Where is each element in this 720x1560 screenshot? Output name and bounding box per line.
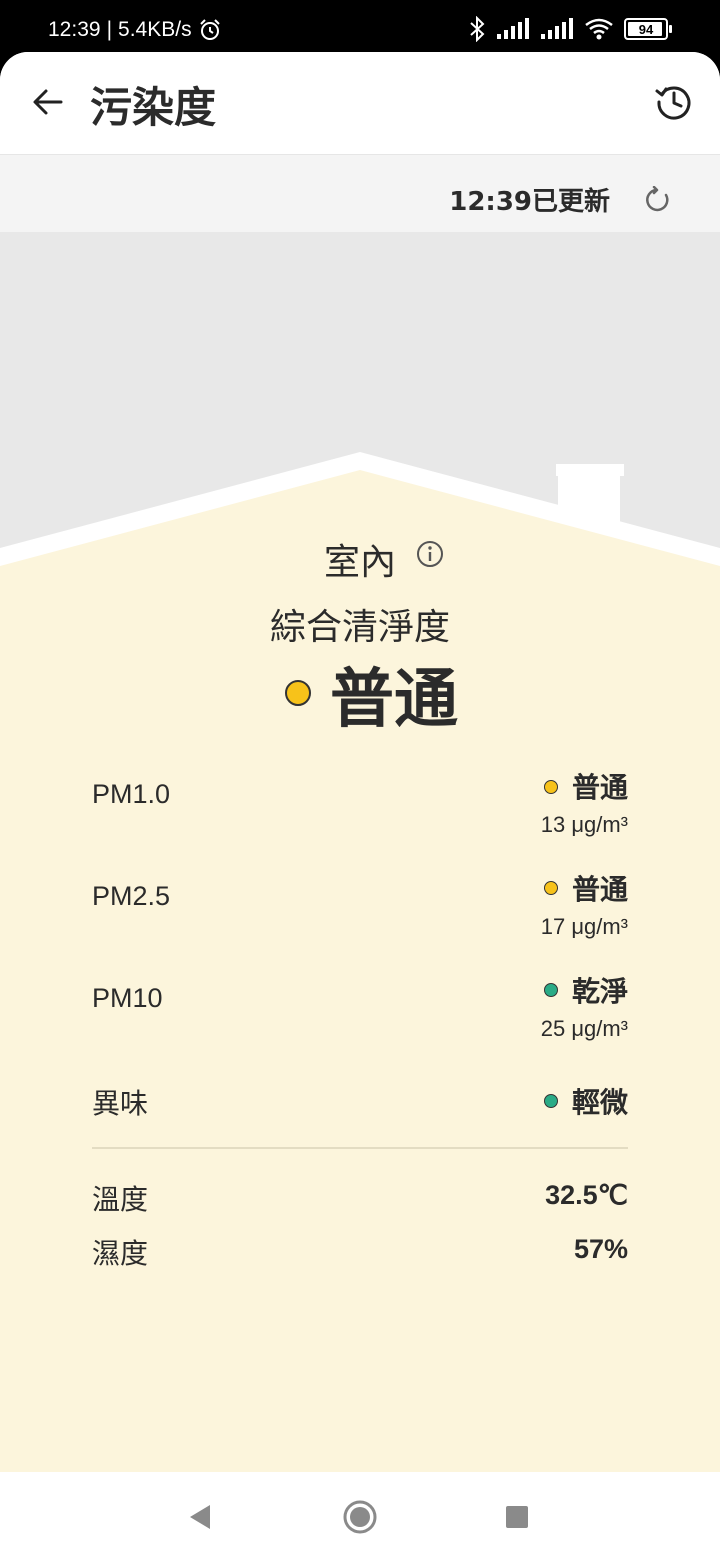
- overall-status-dot: [285, 680, 311, 706]
- info-icon[interactable]: [416, 540, 444, 568]
- metric-odor-status: 輕微: [571, 1086, 628, 1119]
- metric-pm25-label: PM2.5: [92, 881, 171, 911]
- status-speed: 5.4KB/s: [118, 18, 192, 41]
- status-right: 94: [468, 16, 672, 42]
- metric-pm1-label: PM1.0: [92, 779, 171, 809]
- nav-back-icon[interactable]: [188, 1504, 212, 1530]
- location-text: 室內: [323, 542, 396, 583]
- humidity-label: 濕度: [92, 1237, 149, 1270]
- nav-home-icon[interactable]: [343, 1500, 377, 1534]
- metric-pm1-status: 普通: [571, 771, 628, 804]
- app-window: 室內 綜合清淨度 普通 PM1.0 普通 13 μg/m³ PM2.5 普通 1…: [0, 52, 720, 1560]
- signal-icon-2: [541, 18, 573, 39]
- update-time-text: 12:39已更新: [449, 187, 610, 217]
- signal-icon: [497, 18, 529, 39]
- house-illustration: [0, 232, 720, 1472]
- overall-value: 普通: [330, 663, 458, 737]
- battery-level: 94: [638, 21, 654, 37]
- nav-recents-icon[interactable]: [506, 1506, 528, 1528]
- metric-pm25-status: 普通: [571, 873, 628, 906]
- page-title: 污染度: [90, 83, 217, 132]
- system-nav-bar: [0, 1472, 720, 1560]
- metric-pm25-dot: [544, 881, 558, 895]
- divider: [92, 1147, 628, 1149]
- metric-odor-label: 異味: [92, 1087, 149, 1120]
- metric-odor-dot: [544, 1094, 558, 1108]
- overall-label: 綜合清淨度: [269, 607, 450, 648]
- metric-pm10-status: 乾淨: [571, 975, 628, 1008]
- alarm-icon: [199, 19, 220, 40]
- metric-pm1-dot: [544, 780, 558, 794]
- status-time: 12:39: [48, 18, 101, 41]
- metric-pm10-label: PM10: [92, 983, 163, 1013]
- back-arrow-icon[interactable]: [28, 82, 68, 122]
- content: 室內 綜合清淨度 普通 PM1.0 普通 13 μg/m³ PM2.5 普通 1…: [0, 52, 720, 1472]
- humidity-value: 57%: [573, 1234, 628, 1264]
- metric-pm10-value: 25 μg/m³: [540, 1016, 628, 1041]
- temperature-label: 溫度: [92, 1183, 149, 1216]
- history-icon[interactable]: [654, 82, 694, 122]
- battery-icon: 94: [624, 18, 672, 40]
- chimney-cap: [556, 464, 624, 476]
- bluetooth-icon: [470, 16, 485, 42]
- metric-pm25-value: 17 μg/m³: [540, 914, 628, 939]
- metric-pm1-value: 13 μg/m³: [540, 812, 628, 837]
- metric-pm10-dot: [544, 983, 558, 997]
- location-label: 室內: [0, 533, 720, 585]
- refresh-icon[interactable]: [644, 186, 672, 214]
- temperature-value: 32.5℃: [545, 1180, 628, 1210]
- update-bar: 12:39已更新: [0, 155, 720, 232]
- wifi-icon: [585, 18, 613, 40]
- status-separator: |: [106, 18, 113, 41]
- app-header: 污染度: [0, 52, 720, 155]
- status-left: 12:39 | 5.4KB/s: [48, 18, 222, 42]
